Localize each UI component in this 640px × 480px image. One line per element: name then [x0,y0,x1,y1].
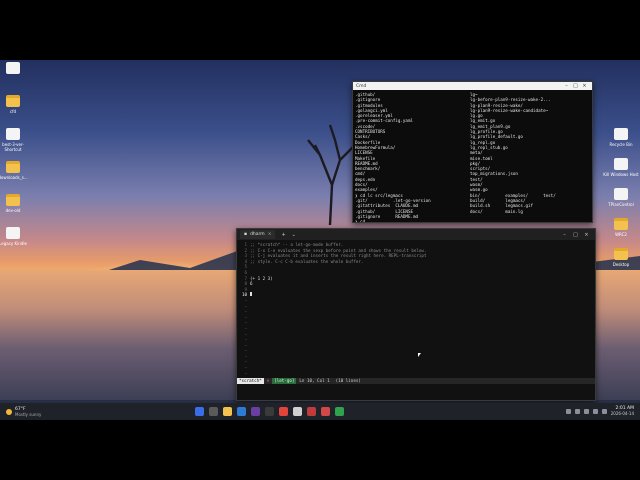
battery-icon[interactable] [601,408,607,414]
minimize-icon[interactable]: – [562,83,571,89]
desktop-icon-label: best-3-ver-Shortcut [2,142,24,152]
folder-icon [614,218,628,230]
maximize-icon[interactable]: □ [570,232,581,238]
taskbar-app-icon[interactable] [265,407,274,416]
desktop-icon[interactable]: cfd [0,95,31,114]
taskbar-app-icon[interactable] [321,407,330,416]
tab-dharm[interactable]: ▪ dharm × [240,230,276,239]
desktop-icon-label: Legacy Kindle [0,241,27,246]
desktop-icon-label: TPlanControl [608,202,634,207]
line-text: (+ 1 2 3) [250,275,273,281]
file-icon [6,62,20,74]
listing-column-1: .github/ .gitignore .gitmodules .golangc… [355,92,431,223]
file-icon [6,227,20,239]
editor-lines: 1;; *scratch* -- a let-go-mode buffer. 2;… [240,242,592,298]
desktop-icon[interactable] [0,62,31,76]
major-mode: [let-go] [272,378,297,384]
weather-widget[interactable]: 67°F Mostly sunny [6,407,41,417]
close-icon[interactable]: × [581,232,592,238]
line-text: ;; style. C-c C-b evaluates the whole bu… [250,258,364,264]
maximize-icon[interactable]: □ [571,83,580,89]
sun-icon [6,408,12,415]
system-tray: 2:01 AM 2026-04-14 [565,406,634,416]
desktop-icon-label: cfd [9,109,17,114]
line-text: 6 [250,281,253,287]
desktop-icon[interactable]: downloads_s... [0,161,31,180]
taskbar-app-icon[interactable] [195,407,204,416]
desktop-icon-label: Kill Windows Host [603,172,639,177]
taskbar-app-icon[interactable] [335,407,344,416]
desktop-icon-label: WRC2 [615,232,627,237]
buffer-name: *scratch* [237,378,264,384]
folder-icon [614,248,628,260]
file-icon [614,128,628,140]
close-icon[interactable]: × [580,83,589,89]
new-tab-button[interactable]: + [281,232,285,238]
taskbar-app-icon[interactable] [293,407,302,416]
terminal-output[interactable]: .github/ .gitignore .gitmodules .golangc… [353,90,592,223]
listing-column-2: lg~ lg-before-plan9-resize-wake-2... lg-… [470,92,556,214]
clock-date: 2026-04-14 [610,411,634,416]
desktop-icon[interactable]: Desktop [603,248,639,267]
folder-icon [6,95,20,107]
text-cursor [250,292,252,297]
title-bar[interactable]: Cmd – □ × [353,82,592,90]
taskbar-app-icon[interactable] [279,407,288,416]
mode-line: *scratch* × [let-go] Ln 10, Col 1 (10 li… [237,378,595,384]
tab-bar: ▪ dharm × + ⌄ – □ × [237,229,595,240]
cursor-position: Ln 10, Col 1 [299,378,330,384]
terminal-icon: ▪ [244,232,248,237]
empty-line-markers: ~~~~~~~~~~~~~~~ [240,298,592,382]
taskbar-app-icon[interactable] [209,407,218,416]
tray-icon[interactable] [565,408,571,414]
taskbar-app-icon[interactable] [251,407,260,416]
editor-buffer[interactable]: 1;; *scratch* -- a let-go-mode buffer. 2;… [237,240,595,390]
wifi-icon[interactable] [583,408,589,414]
pinned-apps [195,407,344,416]
file-icon [6,128,20,140]
desktop-icon[interactable]: Kill Windows Host [603,158,639,177]
taskbar-app-icon[interactable] [223,407,232,416]
desktop-icon[interactable]: WRC2 [603,218,639,237]
desktop-icon-label: Desktop [612,262,630,267]
close-tab-icon[interactable]: × [268,232,272,237]
window-title: Cmd [356,83,367,89]
desktop-icon-label: Recycle Bin [609,142,633,147]
mouse-pointer-icon [418,353,421,357]
taskbar: 67°F Mostly sunny 2:01 AM 2026-04-14 [0,403,640,420]
desktop-icon[interactable]: Recycle Bin [603,128,639,147]
folder-icon [6,161,20,173]
taskbar-app-icon[interactable] [237,407,246,416]
desktop-icon[interactable]: dev-old [0,194,31,213]
minimize-icon[interactable]: – [559,232,570,238]
desktop-icon[interactable]: Legacy Kindle [0,227,31,246]
desktop-icon[interactable]: best-3-ver-Shortcut [0,128,31,152]
desktop-icon-label: downloads_s... [0,175,28,180]
file-icon [614,188,628,200]
tab-label: dharm [250,232,265,237]
line-count: (10 lines) [335,378,361,384]
volume-icon[interactable] [592,408,598,414]
taskbar-app-icon[interactable] [307,407,316,416]
tray-icon[interactable] [574,408,580,414]
terminal-window-dharm[interactable]: ▪ dharm × + ⌄ – □ × 1;; *scratch* -- a l… [236,228,596,401]
modified-indicator: × [266,378,270,384]
clock[interactable]: 2:01 AM 2026-04-14 [611,406,634,416]
chevron-down-icon[interactable]: ⌄ [292,232,296,238]
folder-icon [6,194,20,206]
file-icon [614,158,628,170]
terminal-window-cmd[interactable]: Cmd – □ × .github/ .gitignore .gitmodule… [352,81,593,223]
desktop-icon-label: dev-old [5,208,21,213]
weather-description: Mostly sunny [15,411,42,417]
desktop-icon[interactable]: TPlanControl [603,188,639,207]
